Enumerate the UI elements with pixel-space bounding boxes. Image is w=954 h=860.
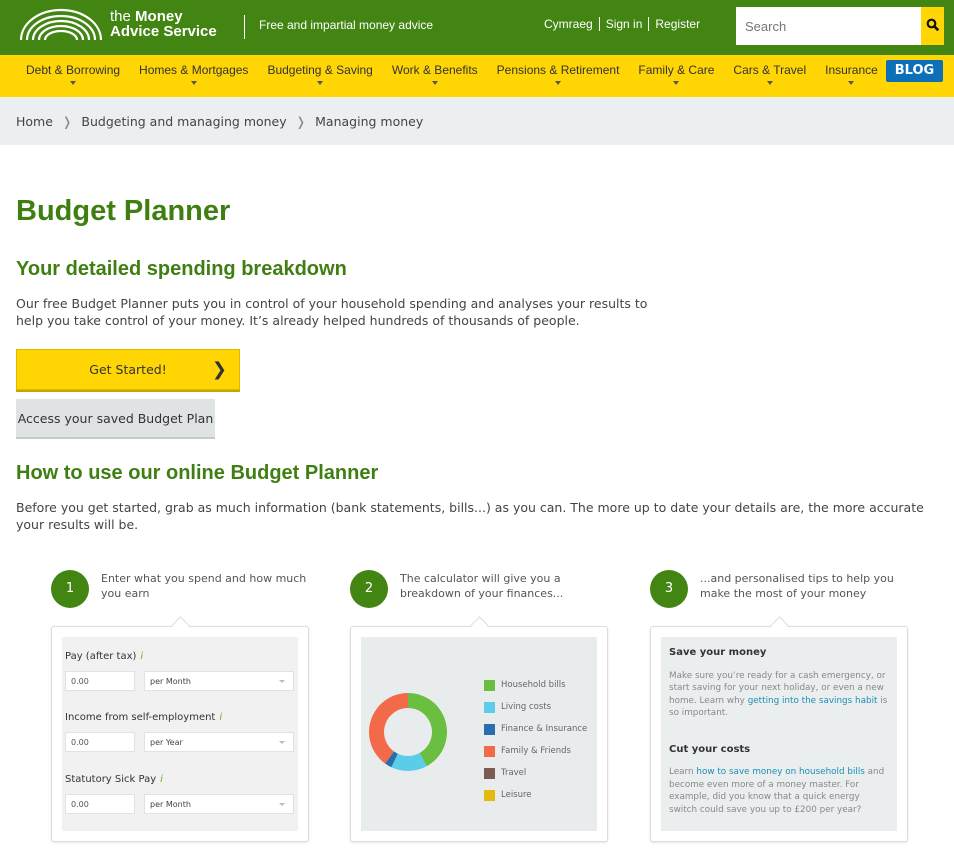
period-select[interactable]: per Month [144, 794, 294, 814]
amount-input[interactable]: 0.00 [65, 794, 135, 814]
tagline: Free and impartial money advice [259, 18, 434, 32]
intro-text: Our free Budget Planner puts you in cont… [16, 296, 648, 328]
field-label: Statutory Sick Pay i [65, 774, 163, 785]
tip-title: Save your money [669, 647, 767, 658]
dropdown-arrow-icon [317, 81, 324, 85]
legend-item: Living costs [484, 696, 587, 718]
logo-text: Advice Service [110, 23, 217, 40]
dropdown-arrow-icon [431, 81, 438, 85]
breadcrumb-budgeting[interactable]: Budgeting and managing money [81, 114, 286, 129]
breadcrumb-home[interactable]: Home [16, 114, 53, 129]
nav-cars-travel[interactable]: Cars & Travel [733, 63, 806, 85]
field-label: Pay (after tax) i [65, 651, 144, 662]
dropdown-arrow-icon [673, 81, 680, 85]
site-header: the Money Advice Service Free and imparti… [0, 0, 954, 55]
income-form-preview: Pay (after tax) i 0.00 per Month Income f… [51, 626, 309, 842]
dropdown-arrow-icon [555, 81, 562, 85]
search-input[interactable] [736, 7, 921, 45]
legend-item: Family & Friends [484, 740, 587, 762]
legend-swatch [484, 679, 495, 691]
legend-item: Leisure [484, 784, 587, 806]
legend-item: Household bills [484, 674, 587, 696]
nav-pensions-retirement[interactable]: Pensions & Retirement [497, 63, 619, 85]
breakdown-preview: Household bills Living costs Finance & Ins… [350, 626, 608, 842]
chart-legend: Household bills Living costs Finance & Ins… [484, 674, 587, 806]
step-number: 2 [350, 570, 388, 608]
amount-input[interactable]: 0.00 [65, 671, 135, 691]
access-saved-plan-button[interactable]: Access your saved Budget Plan [16, 399, 215, 437]
period-select[interactable]: per Month [144, 671, 294, 691]
nav-budgeting-saving[interactable]: Budgeting & Saving [267, 63, 373, 85]
tip-title: Cut your costs [669, 743, 751, 755]
step-number: 3 [650, 570, 688, 608]
cymraeg-link[interactable]: Cymraeg [544, 17, 599, 31]
chevron-right-icon: ❭ [295, 114, 307, 129]
chevron-right-icon: ❯ [211, 359, 227, 380]
info-icon: i [140, 651, 144, 662]
donut-slice [408, 693, 447, 767]
nav-homes-mortgages[interactable]: Homes & Mortgages [139, 63, 248, 85]
nav-insurance[interactable]: Insurance [825, 63, 878, 85]
subtitle: Your detailed spending breakdown [16, 258, 347, 280]
search-icon [926, 18, 939, 31]
logo[interactable]: the Money Advice Service [18, 8, 217, 40]
legend-item: Travel [484, 762, 587, 784]
breadcrumb: Home ❭ Budgeting and managing money ❭ Mana… [0, 97, 954, 145]
info-icon: i [219, 712, 223, 723]
page-title: Budget Planner [16, 195, 231, 227]
nav-work-benefits[interactable]: Work & Benefits [392, 63, 478, 85]
field-label: Income from self-employment i [65, 712, 223, 723]
chevron-right-icon: ❭ [61, 114, 73, 129]
divider [244, 15, 245, 39]
register-link[interactable]: Register [648, 17, 706, 31]
main-nav: Debt & Borrowing Homes & Mortgages Budge… [0, 55, 954, 97]
breadcrumb-current: Managing money [315, 114, 424, 129]
dropdown-arrow-icon [190, 81, 197, 85]
step-text: The calculator will give you a breakdown… [400, 572, 564, 600]
sign-in-link[interactable]: Sign in [598, 17, 649, 31]
tips-preview: Save your money Make sure you’re ready f… [650, 626, 908, 842]
search-button[interactable] [921, 7, 944, 45]
step-text: Enter what you spend and how much you ea… [101, 572, 307, 600]
legend-swatch [484, 789, 495, 801]
info-icon: i [160, 774, 163, 785]
step-number: 1 [51, 570, 89, 608]
legend-swatch [484, 723, 495, 735]
household-bills-link[interactable]: how to save money on household bills [696, 767, 864, 777]
blog-button[interactable]: BLOG [886, 60, 943, 82]
nav-debt-borrowing[interactable]: Debt & Borrowing [26, 63, 120, 85]
legend-swatch [484, 767, 495, 779]
donut-chart [369, 693, 447, 771]
nav-family-care[interactable]: Family & Care [638, 63, 714, 85]
rainbow-logo-icon [19, 8, 103, 40]
period-select[interactable]: per Year [144, 732, 294, 752]
donut-slice [369, 693, 408, 764]
legend-swatch [484, 701, 495, 713]
search-form [736, 7, 944, 45]
how-to-text: Before you get started, grab as much inf… [16, 500, 924, 532]
dropdown-arrow-icon [848, 81, 855, 85]
step-text: ...and personalised tips to help you mak… [700, 572, 894, 600]
dropdown-arrow-icon [766, 81, 773, 85]
dropdown-arrow-icon [70, 81, 77, 85]
get-started-button[interactable]: Get Started! ❯ [16, 349, 240, 390]
legend-swatch [484, 745, 495, 757]
amount-input[interactable]: 0.00 [65, 732, 135, 752]
how-to-heading: How to use our online Budget Planner [16, 462, 379, 484]
legend-item: Finance & Insurance [484, 718, 587, 740]
savings-habit-link[interactable]: getting into the savings habit [748, 696, 878, 706]
